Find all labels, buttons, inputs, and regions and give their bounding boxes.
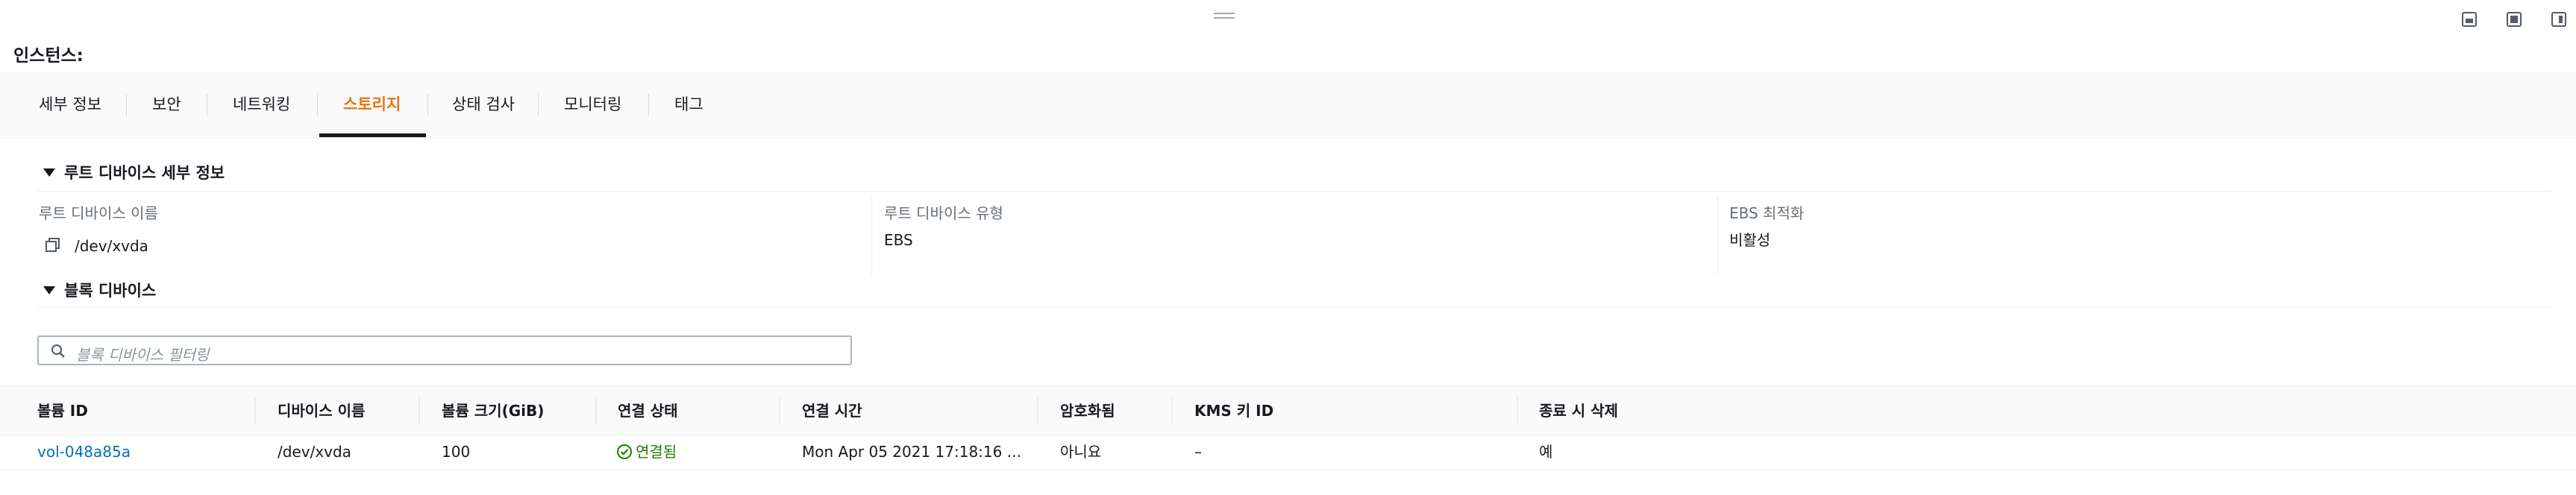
attach-time-cell: Mon Apr 05 2021 17:18:16 ... [802,443,1021,461]
block-devices-section-header[interactable]: 블록 디바이스 [43,279,156,301]
col-attach-time[interactable]: 연결 시간 [802,387,862,435]
instance-title: 인스턴스: [13,46,84,66]
ebs-optimized-value: 비활성 [1729,231,1771,249]
root-device-section-header[interactable]: 루트 디바이스 세부 정보 [43,161,225,183]
block-devices-table-header: 볼륨 ID 디바이스 이름 볼륨 크기(GiB) 연결 상태 연결 시간 암호화… [0,386,2576,435]
filter-placeholder: 블록 디바이스 필터링 [76,346,210,364]
tab-tags[interactable]: 태그 [651,72,727,137]
search-icon [51,344,65,358]
root-device-name-label: 루트 디바이스 이름 [39,204,158,222]
check-circle-icon [617,444,632,459]
volume-size-cell: 100 [442,443,471,461]
block-device-filter-input[interactable]: 블록 디바이스 필터링 [37,335,852,365]
dock-middle-icon[interactable] [2507,12,2522,27]
tab-details[interactable]: 세부 정보 [15,72,125,137]
root-device-type-value: EBS [884,231,913,249]
kms-key-cell: – [1194,443,1202,461]
volume-id-link[interactable]: vol-048a85a [37,438,131,465]
device-name-cell: /dev/xvda [278,443,351,461]
tab-security[interactable]: 보안 [128,72,205,137]
root-device-type-label: 루트 디바이스 유형 [884,204,1003,222]
section-title: 루트 디바이스 세부 정보 [64,164,225,182]
tab-status-checks[interactable]: 상태 검사 [428,72,539,137]
col-encrypted[interactable]: 암호화됨 [1060,387,1115,435]
col-attach-status[interactable]: 연결 상태 [618,387,678,435]
col-volume-id[interactable]: 볼륨 ID [37,387,88,435]
delete-on-termination-cell: 예 [1539,443,1553,461]
tab-storage[interactable]: 스토리지 [319,72,426,137]
caret-down-icon [43,168,55,177]
ebs-optimized-label: EBS 최적화 [1729,204,1805,222]
col-delete-on-termination[interactable]: 종료 시 삭제 [1539,387,1618,435]
attach-status-cell: 연결됨 [616,438,677,465]
col-volume-size[interactable]: 볼륨 크기(GiB) [442,387,544,435]
tab-networking[interactable]: 네트워킹 [209,72,314,137]
tab-bar: 세부 정보 보안 네트워킹 스토리지 상태 검사 모니터링 태그 [0,72,2576,138]
root-device-name-value: /dev/xvda [75,237,148,255]
copy-icon[interactable] [45,237,61,256]
attach-status-text: 연결됨 [636,443,677,461]
dock-side-icon[interactable] [2551,12,2566,27]
redacted-instance-id [95,37,394,60]
tab-monitoring[interactable]: 모니터링 [540,72,645,137]
caret-down-icon [43,286,55,294]
panel-resize-handle[interactable] [1214,13,1235,20]
col-kms-key-id[interactable]: KMS 키 ID [1194,387,1273,435]
section-title: 블록 디바이스 [64,282,157,300]
dock-bottom-icon[interactable] [2462,12,2477,27]
col-device-name[interactable]: 디바이스 이름 [278,387,365,435]
encrypted-cell: 아니요 [1060,443,1102,461]
